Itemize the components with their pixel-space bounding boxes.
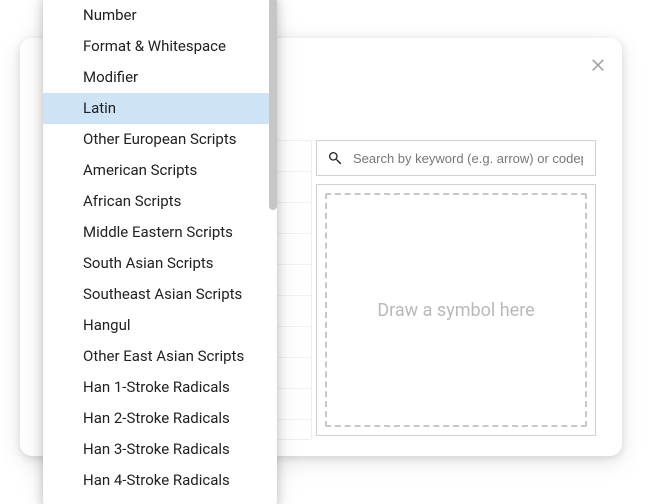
draw-area-inner: Draw a symbol here <box>325 193 587 427</box>
category-item[interactable]: Other East Asian Scripts <box>43 341 277 372</box>
category-item[interactable]: Format & Whitespace <box>43 31 277 62</box>
dropdown-scrollbar[interactable] <box>269 0 277 368</box>
category-dropdown-list[interactable]: NumberFormat & WhitespaceModifierLatinOt… <box>43 0 277 504</box>
close-button[interactable] <box>586 52 610 76</box>
category-item[interactable]: African Scripts <box>43 186 277 217</box>
category-item[interactable]: Han 4-Stroke Radicals <box>43 465 277 496</box>
draw-area[interactable]: Draw a symbol here <box>316 184 596 436</box>
category-item[interactable]: South Asian Scripts <box>43 248 277 279</box>
search-field[interactable] <box>316 140 596 176</box>
category-item[interactable]: Number <box>43 0 277 31</box>
category-item[interactable]: Southeast Asian Scripts <box>43 279 277 310</box>
category-item[interactable]: Han 1-Stroke Radicals <box>43 372 277 403</box>
draw-area-placeholder: Draw a symbol here <box>377 300 534 321</box>
dropdown-scrollbar-thumb[interactable] <box>269 0 277 210</box>
category-item[interactable]: Modifier <box>43 62 277 93</box>
close-icon <box>589 55 607 73</box>
category-item[interactable]: Middle Eastern Scripts <box>43 217 277 248</box>
category-item[interactable]: Han 2-Stroke Radicals <box>43 403 277 434</box>
search-icon <box>327 150 343 166</box>
search-input[interactable] <box>351 150 585 167</box>
category-dropdown-scroll: NumberFormat & WhitespaceModifierLatinOt… <box>43 0 277 504</box>
category-item[interactable]: Han 3-Stroke Radicals <box>43 434 277 465</box>
category-item[interactable]: Other European Scripts <box>43 124 277 155</box>
category-item[interactable]: American Scripts <box>43 155 277 186</box>
category-item[interactable]: Hangul <box>43 310 277 341</box>
category-item[interactable]: Latin <box>43 93 277 124</box>
